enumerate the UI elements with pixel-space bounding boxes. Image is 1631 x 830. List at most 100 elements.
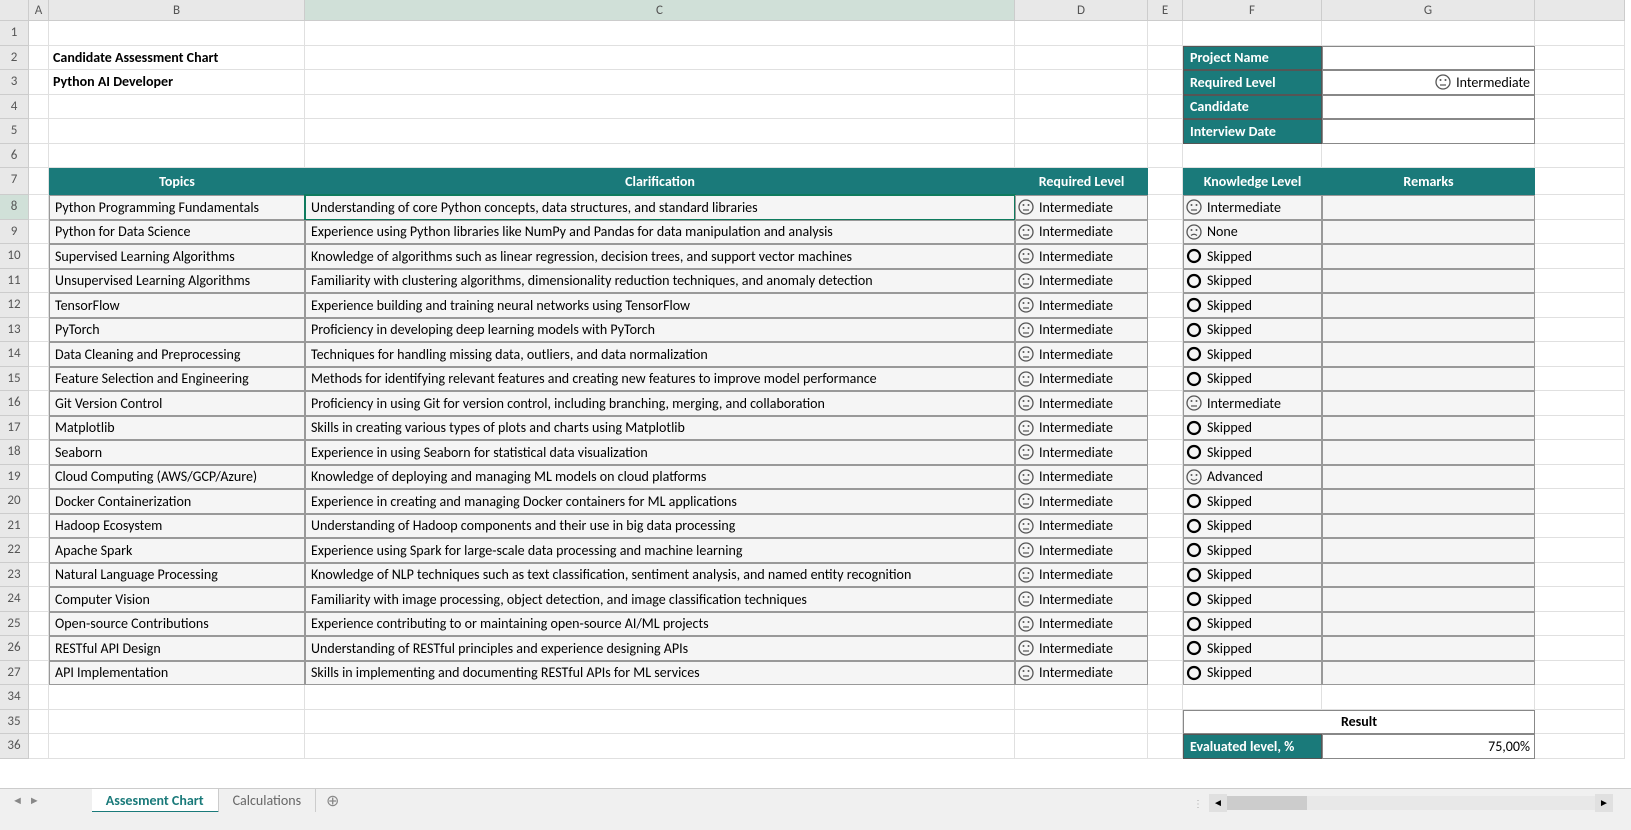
scroll-left-button[interactable]: ◄ <box>1209 794 1227 812</box>
topic-cell[interactable]: Matplotlib <box>49 416 305 441</box>
cell[interactable] <box>305 119 1015 144</box>
row-header-36[interactable]: 36 <box>0 734 29 759</box>
col-header-G[interactable]: G <box>1322 0 1535 21</box>
remarks-cell[interactable] <box>1322 563 1535 588</box>
cell[interactable] <box>29 734 49 759</box>
cell[interactable] <box>49 685 305 710</box>
cell[interactable] <box>29 489 49 514</box>
cell[interactable] <box>1148 293 1183 318</box>
clarification-cell[interactable]: Familiarity with clustering algorithms, … <box>305 269 1015 294</box>
required-level-cell[interactable]: Intermediate <box>1015 514 1148 539</box>
cell[interactable] <box>1535 119 1625 144</box>
cell[interactable] <box>1148 46 1183 71</box>
cell[interactable] <box>29 220 49 245</box>
input-interview-date[interactable] <box>1322 119 1535 144</box>
row-header-4[interactable]: 4 <box>0 95 29 120</box>
topic-cell[interactable]: RESTful API Design <box>49 636 305 661</box>
row-header-17[interactable]: 17 <box>0 416 29 441</box>
cell[interactable] <box>49 710 305 735</box>
row-header-19[interactable]: 19 <box>0 465 29 490</box>
tab-prev-icon[interactable]: ◄ <box>12 794 23 807</box>
col-header-rest[interactable] <box>1535 0 1625 21</box>
row-header-1[interactable]: 1 <box>0 21 29 46</box>
topic-cell[interactable]: Hadoop Ecosystem <box>49 514 305 539</box>
cell[interactable] <box>29 244 49 269</box>
topic-cell[interactable]: Natural Language Processing <box>49 563 305 588</box>
knowledge-level-cell[interactable]: Skipped <box>1183 342 1322 367</box>
cell[interactable] <box>1015 710 1148 735</box>
cell[interactable] <box>1148 465 1183 490</box>
topic-cell[interactable]: PyTorch <box>49 318 305 343</box>
remarks-cell[interactable] <box>1322 416 1535 441</box>
cell[interactable] <box>1535 269 1625 294</box>
row-header-25[interactable]: 25 <box>0 612 29 637</box>
required-level-cell[interactable]: Intermediate <box>1015 318 1148 343</box>
cell[interactable] <box>1535 514 1625 539</box>
col-header-B[interactable]: B <box>49 0 305 21</box>
cell[interactable] <box>1322 144 1535 169</box>
cell-empty[interactable] <box>29 21 49 46</box>
clarification-cell[interactable]: Knowledge of deploying and managing ML m… <box>305 465 1015 490</box>
required-level-cell[interactable]: Intermediate <box>1015 244 1148 269</box>
clarification-cell[interactable]: Experience building and training neural … <box>305 293 1015 318</box>
cell[interactable] <box>1148 367 1183 392</box>
topic-cell[interactable]: Computer Vision <box>49 587 305 612</box>
required-level-cell[interactable]: Intermediate <box>1015 538 1148 563</box>
cell[interactable] <box>1148 734 1183 759</box>
horizontal-scrollbar[interactable]: ⋮ ◄ ► <box>1193 794 1613 812</box>
cell[interactable] <box>1148 514 1183 539</box>
clarification-cell[interactable]: Understanding of core Python concepts, d… <box>305 195 1015 220</box>
topic-cell[interactable]: Open-source Contributions <box>49 612 305 637</box>
remarks-cell[interactable] <box>1322 489 1535 514</box>
row-header-14[interactable]: 14 <box>0 342 29 367</box>
cell[interactable] <box>29 293 49 318</box>
cell[interactable] <box>29 563 49 588</box>
row-header-7[interactable]: 7 <box>0 168 29 195</box>
cell[interactable] <box>1148 440 1183 465</box>
cell[interactable] <box>29 318 49 343</box>
cell[interactable] <box>1015 144 1148 169</box>
required-level-cell[interactable]: Intermediate <box>1015 587 1148 612</box>
clarification-cell[interactable]: Skills in implementing and documenting R… <box>305 661 1015 686</box>
topic-cell[interactable]: API Implementation <box>49 661 305 686</box>
cell[interactable] <box>1535 538 1625 563</box>
cell[interactable] <box>29 195 49 220</box>
clarification-cell[interactable]: Experience using Python libraries like N… <box>305 220 1015 245</box>
cell[interactable] <box>1535 489 1625 514</box>
cell[interactable] <box>1148 342 1183 367</box>
cell[interactable] <box>1535 293 1625 318</box>
knowledge-level-cell[interactable]: Skipped <box>1183 367 1322 392</box>
clarification-cell[interactable]: Familiarity with image processing, objec… <box>305 587 1015 612</box>
required-level-cell[interactable]: Intermediate <box>1015 195 1148 220</box>
cell[interactable] <box>29 46 49 71</box>
topic-cell[interactable]: Git Version Control <box>49 391 305 416</box>
clarification-cell[interactable]: Knowledge of NLP techniques such as text… <box>305 563 1015 588</box>
cell[interactable] <box>49 734 305 759</box>
cell[interactable] <box>1148 563 1183 588</box>
remarks-cell[interactable] <box>1322 293 1535 318</box>
cell[interactable] <box>1535 46 1625 71</box>
cell[interactable] <box>1535 465 1625 490</box>
cell[interactable] <box>1535 95 1625 120</box>
cell[interactable] <box>1148 416 1183 441</box>
cell[interactable] <box>1148 661 1183 686</box>
row-header-24[interactable]: 24 <box>0 587 29 612</box>
required-level-cell[interactable]: Intermediate <box>1015 416 1148 441</box>
row-header-26[interactable]: 26 <box>0 636 29 661</box>
select-all-corner[interactable] <box>0 0 29 21</box>
cell-empty[interactable] <box>1015 21 1148 46</box>
topic-cell[interactable]: Docker Containerization <box>49 489 305 514</box>
cell-empty[interactable] <box>1183 21 1322 46</box>
row-header-13[interactable]: 13 <box>0 318 29 343</box>
row-header-22[interactable]: 22 <box>0 538 29 563</box>
required-level-cell[interactable]: Intermediate <box>1015 636 1148 661</box>
cell[interactable] <box>29 612 49 637</box>
cell[interactable] <box>1535 710 1625 735</box>
cell[interactable] <box>1148 144 1183 169</box>
cell[interactable] <box>1535 318 1625 343</box>
cell[interactable] <box>1148 195 1183 220</box>
cell[interactable] <box>305 144 1015 169</box>
knowledge-level-cell[interactable]: Skipped <box>1183 612 1322 637</box>
cell[interactable] <box>1148 269 1183 294</box>
cell[interactable] <box>1535 661 1625 686</box>
